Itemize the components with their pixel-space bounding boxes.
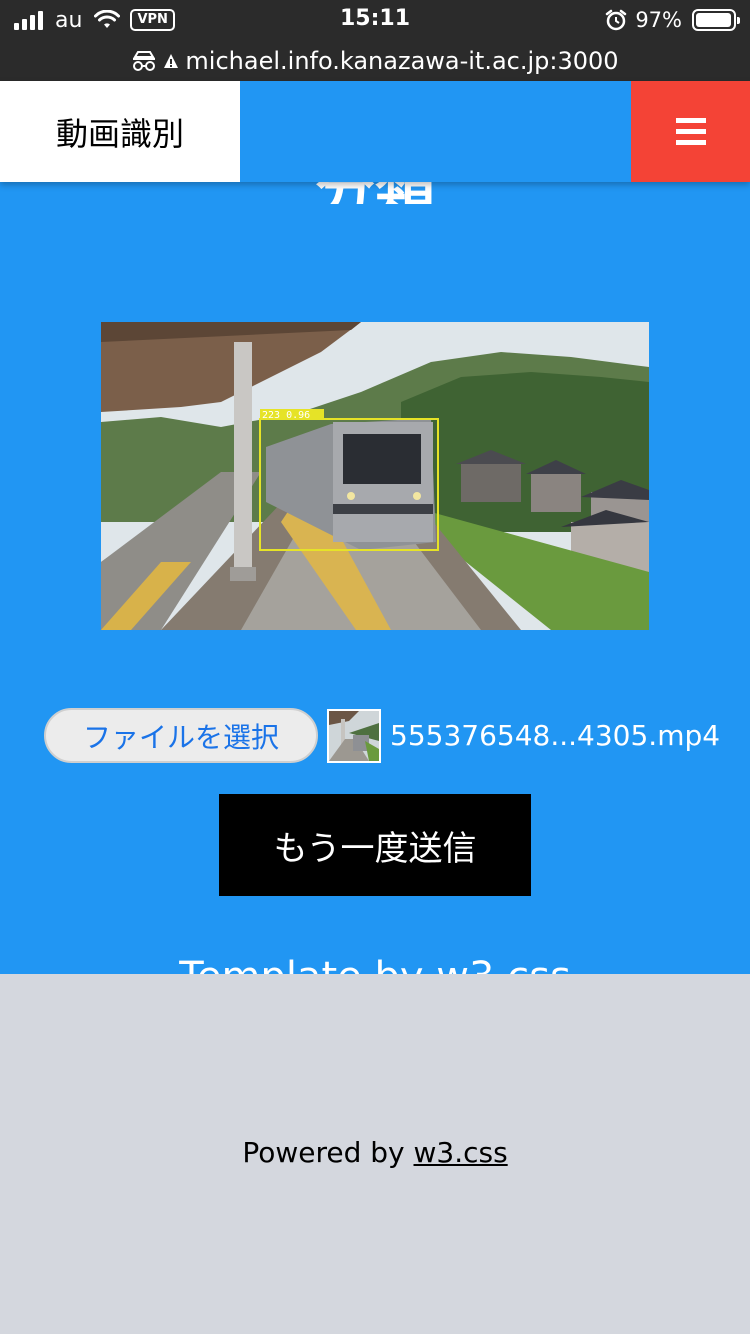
- alarm-icon: [606, 9, 627, 31]
- template-credit-partial: Template by w3.css: [0, 954, 750, 974]
- battery-level: [696, 13, 731, 27]
- url-text: michael.info.kanazawa-it.ac.jp:3000: [185, 46, 619, 75]
- powered-by-text: Powered by w3.css: [242, 1136, 508, 1169]
- w3css-link[interactable]: w3.css: [414, 1136, 508, 1169]
- file-thumbnail: [327, 708, 381, 763]
- file-input-row: ファイルを選択 555376548...4305.mp4: [44, 708, 720, 763]
- choose-file-button[interactable]: ファイルを選択: [44, 708, 318, 763]
- url-bar[interactable]: michael.info.kanazawa-it.ac.jp:3000: [0, 40, 750, 81]
- resubmit-button[interactable]: もう一度送信: [219, 794, 531, 896]
- selected-file-name: 555376548...4305.mp4: [390, 719, 721, 752]
- menu-button[interactable]: [631, 81, 750, 182]
- warning-icon: [163, 53, 179, 69]
- status-bar: au VPN 15:11 97%: [0, 0, 750, 40]
- hamburger-icon: [675, 118, 706, 145]
- detection-label: 223 0.96: [262, 410, 310, 421]
- nav-brand-link[interactable]: 動画識別: [0, 81, 240, 182]
- page-heading-partial: 分類: [0, 182, 750, 204]
- battery-icon: [692, 9, 740, 31]
- detection-result-image: 223 0.96: [101, 322, 649, 630]
- privacy-icon: [131, 49, 157, 73]
- top-nav: 動画識別: [0, 81, 750, 182]
- battery-percent: 97%: [635, 8, 682, 32]
